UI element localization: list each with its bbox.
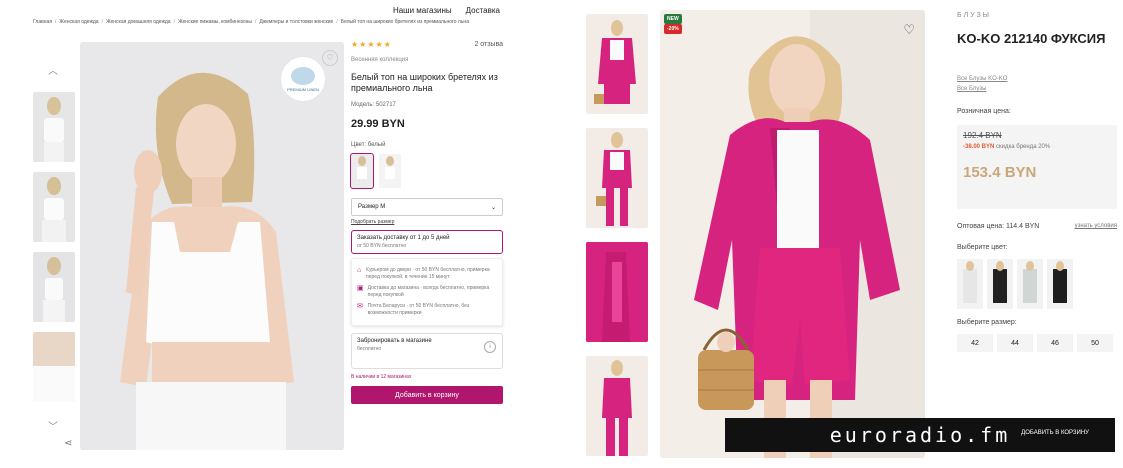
product-main-image: NEW -20% ♡ [660,10,925,458]
store-pickup-icon: ▣ [357,285,364,292]
product-info: ★★★★★ 2 отзыва Весенняя коллекция Белый … [350,40,503,404]
share-icon[interactable]: ⋖ [64,438,72,449]
badge-label: PREMIUM LINEN [287,86,319,92]
category-link[interactable]: Все Блузы [957,86,1117,92]
breadcrumb-item[interactable]: Женская домашняя одежда [106,19,171,25]
delivery-option-store[interactable]: ▣ Доставка до магазина · всегда бесплатно… [357,285,497,299]
nav-stores-link[interactable]: Наши магазины [393,6,452,15]
discount-info: -38.00 BYN скидка бренда 20% [963,144,1111,150]
chevron-down-icon[interactable]: ﹀ [48,418,58,433]
product-info: БЛУЗЫ KO-KO 212140 ФУКСИЯ Все Блузы KO-K… [957,12,1117,352]
eco-linen-badge: PREMIUM LINEN [280,56,326,102]
option-text: Курьером до двери · от 50 BYN бесплатно,… [366,267,490,280]
size-guide-link[interactable]: Подобрать размер [351,219,503,225]
color-swatch-1[interactable] [957,259,983,309]
delivery-option-courier[interactable]: ⌂ Курьером до двери · от 50 BYN бесплатно… [357,267,497,281]
size-option[interactable]: 46 [1037,334,1073,352]
size-option[interactable]: 50 [1077,334,1113,352]
add-to-cart-button[interactable]: Добавить в корзину [351,386,503,404]
thumbnail-2[interactable] [586,128,648,228]
info-icon[interactable]: i [484,341,496,353]
color-swatches [350,153,503,189]
option-text: Доставка до магазина · всегда бесплатно,… [367,285,490,298]
discount-note: скидка бренда 20% [996,144,1051,150]
reserve-in-store[interactable]: Забронировать в магазине бесплатно i [351,333,503,369]
thumbnail-1[interactable] [586,14,648,114]
size-option[interactable]: 42 [957,334,993,352]
delivery-options-list: ⌂ Курьером до двери · от 50 BYN бесплатно… [351,258,503,326]
delivery-option-post[interactable]: ✉ Почта Беларуси · от 50 BYN бесплатно, б… [357,303,497,317]
color-swatch-3[interactable] [1017,259,1043,309]
rating-stars: ★★★★★ [351,40,392,49]
category-label: БЛУЗЫ [957,12,991,19]
right-product-page: NEW -20% ♡ БЛУЗЫ KO-KO 212140 ФУКСИЯ Все… [580,0,1123,468]
model-number: Модель: 502717 [351,102,396,108]
breadcrumb-item[interactable]: Джемперы и толстовки женские [259,19,333,25]
watermark-text: euroradio.fm [829,423,1011,447]
delivery-option[interactable]: Заказать доставку от 1 до 5 дней от 50 B… [351,230,503,254]
product-main-image: ♡ [80,42,344,450]
thumbnail-2[interactable] [33,172,75,242]
breadcrumb-item[interactable]: Женские пижамы, комбинезоны [178,19,252,25]
old-price: 192.4 BYN [963,131,1002,140]
chevron-down-icon: ⌄ [490,204,496,211]
discount-badge: -20% [664,24,682,34]
new-badge: NEW [664,14,682,24]
thumbnail-4[interactable] [33,332,75,402]
thumbnail-3[interactable] [586,242,648,342]
courier-icon: ⌂ [357,267,362,274]
chevron-up-icon[interactable]: ︿ [48,62,58,77]
nav-delivery-link[interactable]: Доставка [466,6,500,15]
product-title: Белый топ на широких бретелях из премиал… [351,72,498,93]
color-swatch-2[interactable] [987,259,1013,309]
wholesale-terms-link[interactable]: узнать условия [1075,223,1117,230]
left-product-page: Наши магазины Доставка Главная / Женская … [0,0,520,468]
post-icon: ✉ [357,303,363,310]
size-options: 42 44 46 50 [957,334,1117,352]
color-swatch-white[interactable] [350,153,374,189]
thumbnail-4[interactable] [586,356,648,456]
color-swatch-alt[interactable] [379,154,401,188]
breadcrumb-item[interactable]: Главная [33,19,52,25]
thumbnail-3[interactable] [33,252,75,322]
reserve-title: Забронировать в магазине [357,338,432,344]
product-price: 29.99 BYN [351,118,405,130]
linen-flower-icon [291,66,315,85]
reviews-link[interactable]: 2 отзыва [474,41,503,48]
option-text: Почта Беларуси · от 50 BYN бесплатно, бе… [367,303,470,316]
color-label: Цвет: белый [351,142,386,148]
delivery-title: Заказать доставку от 1 до 5 дней [357,235,450,241]
choose-size-label: Выберите размер: [957,319,1017,326]
current-price: 153.4 BYN [963,164,1037,181]
breadcrumb: Главная / Женская одежда / Женская домашня… [33,19,469,25]
retail-price-label: Розничная цена: [957,108,1011,115]
overlay-cart-text: ДОБАВИТЬ В КОРЗИНУ [1021,430,1089,436]
top-nav: Наши магазины Доставка [393,6,500,15]
size-option[interactable]: 44 [997,334,1033,352]
size-select[interactable]: Размер M ⌄ [351,198,503,216]
brand-link[interactable]: Все Блузы KO-KO [957,76,1117,82]
collection-label: Весенняя коллекция [351,57,409,63]
delivery-subtitle: от 50 BYN бесплатно [357,243,407,249]
product-title: KO-KO 212140 ФУКСИЯ [957,31,1106,46]
favorite-icon[interactable]: ♡ [322,50,338,66]
price-box: 192.4 BYN -38.00 BYN скидка бренда 20% 1… [957,125,1117,209]
thumbnail-1[interactable] [33,92,75,162]
color-swatch-4[interactable] [1047,259,1073,309]
breadcrumb-item[interactable]: Женская одежда [59,19,98,25]
discount-amount: -38.00 BYN [963,144,995,150]
wholesale-row: Оптовая цена: 114.4 BYN узнать условия [957,223,1117,230]
breadcrumb-current: Белый топ на широких бретелях из премиал… [340,19,469,25]
color-swatches [957,259,1117,309]
wholesale-price: Оптовая цена: 114.4 BYN [957,223,1040,230]
size-value: Размер M [358,204,386,210]
choose-color-label: Выберите цвет: [957,244,1008,251]
favorite-icon[interactable]: ♡ [903,22,915,38]
reserve-subtitle: бесплатно [357,346,382,352]
stock-note: В наличии в 12 магазинах [351,374,412,380]
